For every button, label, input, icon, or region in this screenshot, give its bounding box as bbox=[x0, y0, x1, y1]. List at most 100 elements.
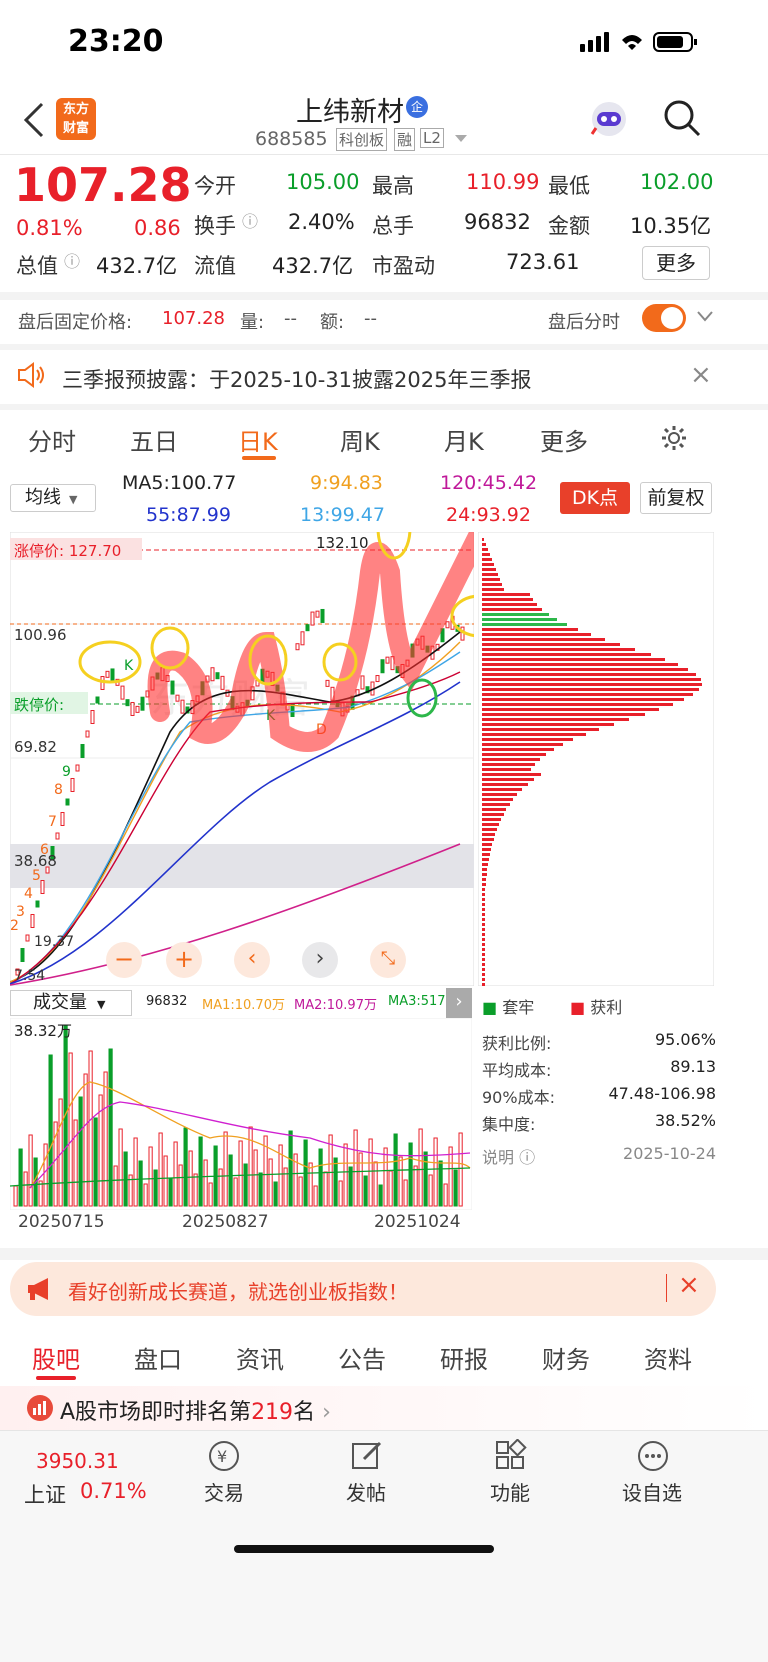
chevron-down-icon[interactable] bbox=[696, 310, 714, 324]
chip-bar bbox=[482, 678, 701, 681]
function-grid-icon[interactable] bbox=[494, 1439, 528, 1473]
close-icon[interactable]: × bbox=[690, 360, 712, 390]
index-change[interactable]: 0.71% bbox=[80, 1479, 147, 1503]
volume-dropdown[interactable]: 成交量 ▼ bbox=[10, 990, 132, 1016]
concentration-value: 38.52% bbox=[654, 1111, 716, 1130]
footer-functions[interactable]: 功能 bbox=[490, 1477, 530, 1506]
rank-bar[interactable]: A股市场即时排名第219名 › bbox=[0, 1386, 768, 1432]
total-mv-value: 432.7亿 bbox=[96, 254, 178, 278]
after-hours-row: 盘后固定价格: 107.28 量: -- 额: -- 盘后分时 bbox=[0, 300, 768, 344]
candle bbox=[140, 696, 145, 711]
low-value: 102.00 bbox=[640, 170, 714, 194]
amount-label: 金额 bbox=[548, 214, 590, 238]
close-icon[interactable]: × bbox=[678, 1270, 700, 1300]
chip-bar bbox=[482, 928, 485, 931]
volume-label: 总手 bbox=[372, 214, 414, 238]
footer-trade[interactable]: 交易 bbox=[204, 1477, 244, 1506]
info-icon[interactable]: ⓘ bbox=[242, 208, 258, 232]
back-icon[interactable] bbox=[22, 102, 46, 138]
chip-bar bbox=[482, 688, 699, 691]
chip-bar bbox=[482, 773, 541, 776]
tab-five-day[interactable]: 五日 bbox=[130, 422, 178, 457]
chevron-down-icon[interactable] bbox=[454, 134, 468, 144]
volume-bar bbox=[288, 1130, 293, 1207]
yuan-exchange-icon[interactable]: ¥ bbox=[206, 1439, 242, 1473]
stock-code: 688585 bbox=[255, 128, 328, 150]
volume-bar bbox=[378, 1184, 383, 1207]
volume-bar bbox=[193, 1173, 198, 1207]
index-name[interactable]: 上证 bbox=[24, 1479, 66, 1509]
candle bbox=[135, 705, 140, 713]
tab-news[interactable]: 资讯 bbox=[236, 1340, 284, 1375]
tab-research[interactable]: 研报 bbox=[440, 1340, 488, 1375]
zoom-out-button[interactable]: − bbox=[106, 942, 142, 978]
tab-profile[interactable]: 资料 bbox=[644, 1340, 692, 1375]
tab-order-book[interactable]: 盘口 bbox=[134, 1340, 182, 1375]
volume-bar bbox=[83, 1073, 88, 1207]
ma5-value: MA5:100.77 bbox=[122, 472, 237, 494]
avg-cost-value: 89.13 bbox=[670, 1057, 716, 1076]
zoom-in-button[interactable]: + bbox=[166, 942, 202, 978]
next-button[interactable]: › bbox=[302, 942, 338, 978]
candle bbox=[445, 621, 450, 629]
tab-finance[interactable]: 财务 bbox=[542, 1340, 590, 1375]
chip-bar bbox=[482, 578, 500, 581]
count-marker-9: 9 bbox=[62, 764, 71, 780]
chip-bar bbox=[482, 878, 486, 881]
index-value[interactable]: 3950.31 bbox=[36, 1449, 119, 1473]
gear-icon[interactable] bbox=[660, 424, 688, 452]
volume-bar bbox=[23, 1171, 28, 1207]
volume-bar bbox=[418, 1128, 423, 1207]
speaker-icon bbox=[18, 362, 44, 388]
chip-bar bbox=[482, 733, 586, 736]
prev-button[interactable]: ‹ bbox=[234, 942, 270, 978]
footer-post[interactable]: 发帖 bbox=[346, 1477, 386, 1506]
date-label-2: 20250827 bbox=[182, 1212, 269, 1232]
ad-banner[interactable]: 看好创新成长赛道，就选创业板指数！ × bbox=[10, 1262, 716, 1316]
after-hours-toggle[interactable] bbox=[642, 304, 686, 332]
quote-panel: 107.28 0.81% 0.86 总值 ⓘ 432.7亿 今开 105.00 … bbox=[0, 156, 768, 290]
chip-bar bbox=[482, 803, 510, 806]
chip-bar bbox=[482, 643, 620, 646]
tab-daily-k[interactable]: 日K bbox=[238, 422, 278, 457]
tab-announcements[interactable]: 公告 bbox=[338, 1340, 386, 1375]
expand-icon[interactable]: ⤡ bbox=[370, 942, 406, 978]
low-label: 最低 bbox=[548, 174, 590, 198]
chevron-right-icon[interactable]: › bbox=[446, 988, 472, 1018]
tab-intraday[interactable]: 分时 bbox=[28, 422, 76, 457]
candle bbox=[215, 672, 220, 680]
after-hours-vol-label: 量: bbox=[240, 312, 265, 333]
edit-post-icon[interactable] bbox=[350, 1439, 384, 1473]
chip-bar bbox=[482, 968, 485, 971]
concentration-label: 集中度: bbox=[482, 1115, 536, 1134]
more-dots-icon[interactable] bbox=[636, 1439, 670, 1473]
tab-monthly-k[interactable]: 月K bbox=[444, 422, 484, 457]
tab-weekly-k[interactable]: 周K bbox=[340, 422, 380, 457]
chip-bar bbox=[482, 593, 530, 596]
ma-dropdown[interactable]: 均线 ▼ bbox=[10, 484, 96, 512]
robot-assistant-icon[interactable] bbox=[588, 98, 630, 140]
ma-panel: 均线 ▼ MA5:100.77 9:94.83 120:45.42 55:87.9… bbox=[0, 466, 768, 532]
chip-bar bbox=[482, 848, 491, 851]
adjust-button[interactable]: 前复权 bbox=[640, 482, 712, 514]
dk-point-button[interactable]: DK点 bbox=[560, 482, 630, 514]
tab-forum[interactable]: 股吧 bbox=[32, 1340, 80, 1375]
more-button[interactable]: 更多 bbox=[642, 246, 710, 280]
candle bbox=[95, 696, 100, 704]
tab-more[interactable]: 更多 bbox=[540, 422, 588, 457]
volume-bar bbox=[163, 1155, 168, 1207]
chip-distribution bbox=[478, 532, 714, 986]
chip-date: 2025-10-24 bbox=[623, 1144, 716, 1163]
footer-watchlist[interactable]: 设自选 bbox=[622, 1477, 682, 1506]
candle bbox=[310, 611, 315, 626]
volume-bar bbox=[258, 1172, 263, 1207]
volume-bar bbox=[383, 1147, 388, 1207]
kline-chart[interactable]: 东方财富 涨停价: 127.70 132.10 100.96 跌停价: 69.8… bbox=[10, 532, 474, 986]
notice-bar[interactable]: 三季报预披露：于2025-10-31披露2025年三季报 × bbox=[0, 350, 768, 402]
change-value: 0.86 bbox=[134, 216, 181, 240]
search-icon[interactable] bbox=[662, 98, 702, 138]
chip-bar bbox=[482, 598, 533, 601]
candle bbox=[130, 701, 135, 716]
float-mv-value: 432.7亿 bbox=[272, 254, 354, 278]
info-icon[interactable]: ⓘ bbox=[64, 248, 80, 272]
